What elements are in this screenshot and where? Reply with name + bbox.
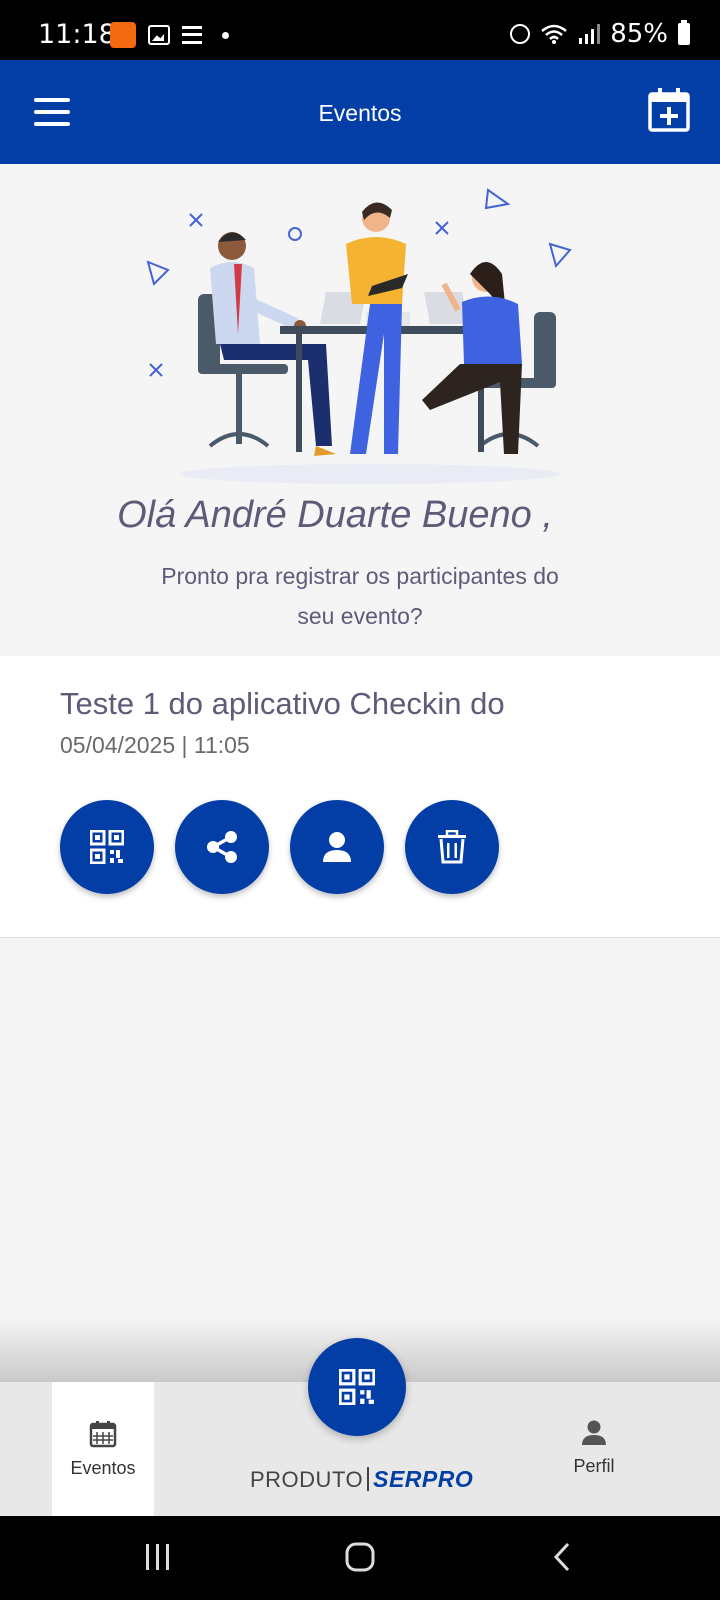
qr-code-button[interactable] <box>60 800 154 894</box>
status-time: 11:18 <box>38 19 116 50</box>
wifi-icon <box>541 24 568 44</box>
temu-app-icon <box>110 22 136 48</box>
nav-eventos-label: Eventos <box>70 1458 136 1478</box>
team-meeting-illustration <box>146 188 572 484</box>
greeting-text: Olá André Duarte Bueno , <box>117 494 553 536</box>
event-title: Teste 1 do aplicativo Checkin do <box>60 686 505 721</box>
nav-tab-perfil[interactable]: Perfil <box>548 1382 640 1516</box>
share-icon <box>207 831 237 863</box>
image-icon <box>148 25 170 45</box>
user-icon <box>323 832 351 862</box>
status-bar: 11:18 85% <box>0 0 720 60</box>
more-notifications-dot <box>222 31 229 39</box>
calendar-icon <box>89 1421 117 1448</box>
battery-icon <box>678 20 690 45</box>
page-title: Eventos <box>318 100 402 126</box>
add-event-calendar-icon[interactable] <box>648 88 690 132</box>
signal-icon <box>579 24 601 44</box>
scan-qr-fab[interactable] <box>308 1338 406 1436</box>
greeting-subtitle: Pronto pra registrar os participantes do… <box>161 563 559 629</box>
event-date: 05/04/2025 | 11:05 <box>60 732 250 758</box>
delete-button[interactable] <box>405 800 499 894</box>
share-button[interactable] <box>175 800 269 894</box>
home-icon[interactable] <box>344 1542 376 1572</box>
nav-perfil-label: Perfil <box>573 1456 615 1476</box>
hero-section: Olá André Duarte Bueno , Pronto pra regi… <box>0 164 720 656</box>
notes-icon <box>182 26 202 44</box>
qr-scan-icon <box>339 1369 375 1405</box>
brand-prefix: PRODUTO <box>250 1467 364 1492</box>
trash-icon <box>438 830 466 864</box>
back-icon[interactable] <box>552 1542 572 1572</box>
event-card[interactable]: Teste 1 do aplicativo Checkin do 05/04/2… <box>0 656 720 938</box>
participants-button[interactable] <box>290 800 384 894</box>
profile-icon <box>582 1420 606 1445</box>
notification-icons <box>110 22 229 48</box>
recent-apps-icon[interactable] <box>144 1542 172 1572</box>
qr-code-icon <box>90 830 124 864</box>
nav-tab-eventos[interactable]: Eventos <box>52 1382 154 1516</box>
serpro-brand: PRODUTO SERPRO <box>250 1466 473 1493</box>
event-actions <box>60 800 499 894</box>
brand-name: SERPRO <box>373 1466 474 1492</box>
brand-separator <box>367 1467 370 1491</box>
status-right-icons: 85% <box>510 19 690 49</box>
alarm-icon <box>510 24 531 44</box>
battery-percent: 85% <box>610 19 668 49</box>
system-navigation-bar <box>0 1516 720 1600</box>
app-header: Eventos <box>0 60 720 164</box>
